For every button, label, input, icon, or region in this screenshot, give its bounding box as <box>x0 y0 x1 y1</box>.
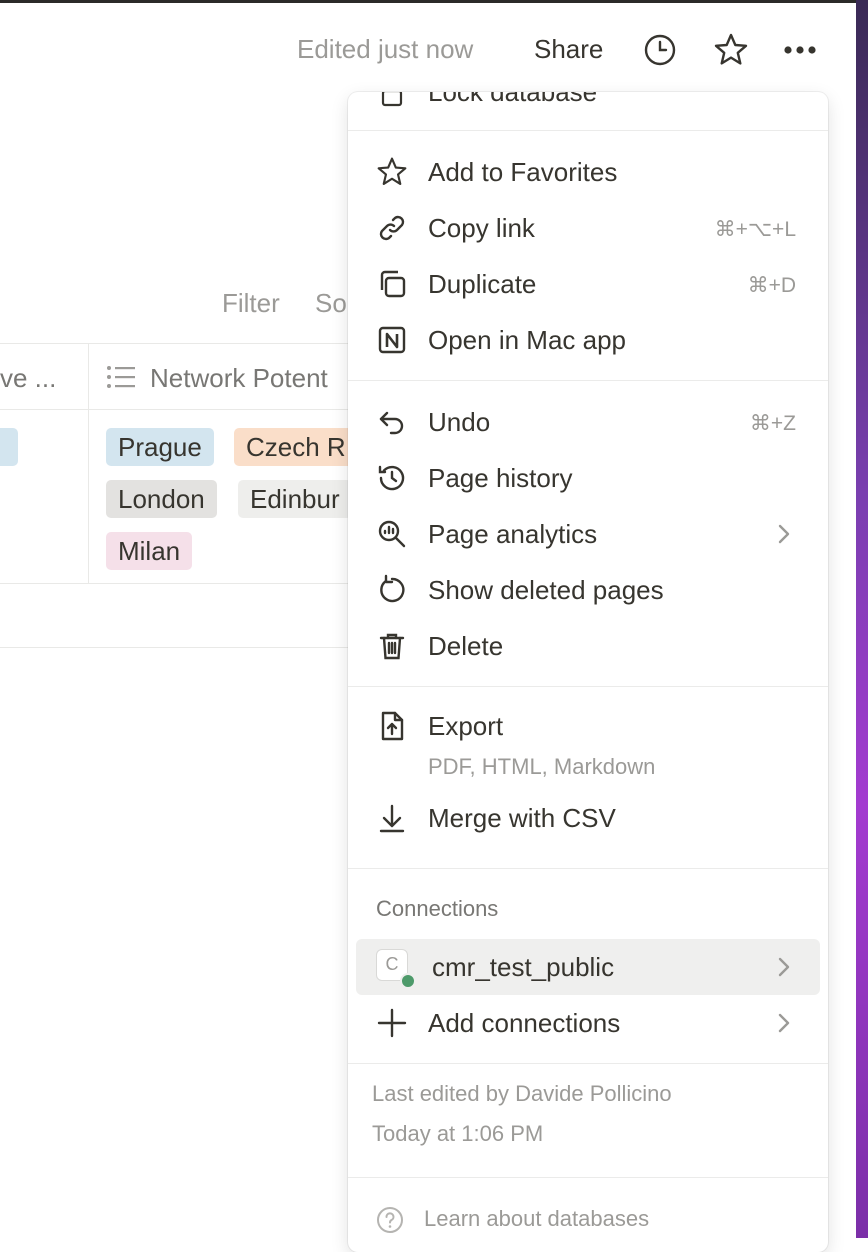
tag-czech-republic: Czech R <box>234 428 358 466</box>
more-icon[interactable] <box>782 32 818 68</box>
table-header-border <box>0 409 348 410</box>
learn-about-databases-link[interactable]: Learn about databases <box>424 1206 649 1232</box>
menu-item-merge-with-csv[interactable]: Merge with CSV <box>348 790 828 846</box>
help-icon <box>376 1206 404 1239</box>
tag-edinburgh: Edinbur <box>238 480 352 518</box>
menu-item-add-to-favorites[interactable]: Add to Favorites <box>348 144 828 200</box>
list-icon <box>106 364 136 395</box>
trash-icon <box>374 628 410 664</box>
menu-item-lock-database[interactable]: Lock database <box>348 92 828 120</box>
tag-prague: Prague <box>106 428 214 466</box>
edited-status: Edited just now <box>297 34 474 64</box>
window-top-border <box>0 0 856 3</box>
menu-item-label: Open in Mac app <box>428 325 627 355</box>
menu-item-label: Page history <box>428 463 573 493</box>
menu-item-label: Copy link <box>428 213 535 243</box>
star-icon[interactable] <box>713 32 749 68</box>
clock-icon[interactable] <box>642 32 678 68</box>
lock-icon <box>374 92 410 110</box>
share-button[interactable]: Share <box>534 34 603 65</box>
tag-london: London <box>106 480 217 518</box>
menu-item-page-analytics[interactable]: Page analytics <box>348 506 828 562</box>
menu-item-label: Page analytics <box>428 519 598 549</box>
menu-item-label: Merge with CSV <box>428 803 616 833</box>
menu-item-duplicate[interactable]: Duplicate ⌘+D <box>348 256 828 312</box>
menu-item-label: Duplicate <box>428 269 537 299</box>
menu-item-delete[interactable]: Delete <box>348 618 828 674</box>
column-header[interactable]: ve ... <box>0 363 56 394</box>
menu-item-show-deleted-pages[interactable]: Show deleted pages <box>348 562 828 618</box>
tag-milan: Milan <box>106 532 193 570</box>
menu-divider <box>348 380 828 381</box>
chevron-right-icon <box>776 522 792 551</box>
link-icon <box>374 210 410 246</box>
menu-item-label: Undo <box>428 407 491 437</box>
menu-item-label: Lock database <box>428 92 598 107</box>
download-icon <box>374 800 410 836</box>
column-header-network-potential[interactable]: Network Potent <box>150 363 328 394</box>
connections-section-title: Connections <box>376 896 499 921</box>
duplicate-icon <box>374 266 410 302</box>
notion-icon <box>374 322 410 358</box>
chevron-right-icon <box>776 955 792 984</box>
status-dot <box>400 973 416 989</box>
menu-item-label: Show deleted pages <box>428 575 664 605</box>
connection-item-cmr-test-public[interactable]: C cmr_test_public <box>348 939 828 995</box>
menu-item-label: Add connections <box>428 1008 621 1038</box>
shortcut-hint: ⌘+⌥+L <box>714 218 796 241</box>
export-icon <box>374 708 410 744</box>
column-separator <box>88 343 89 583</box>
plus-icon <box>374 1005 410 1041</box>
shortcut-hint: ⌘+D <box>747 274 796 297</box>
menu-divider <box>348 1177 828 1178</box>
page-options-menu: Lock database Add to Favorites Copy link… <box>348 92 828 1252</box>
menu-item-open-in-mac-app[interactable]: Open in Mac app <box>348 312 828 368</box>
table-bottom-border <box>0 647 348 648</box>
menu-item-label: cmr_test_public <box>432 952 615 982</box>
menu-divider <box>348 130 828 131</box>
menu-item-add-connections[interactable]: Add connections <box>348 995 828 1051</box>
menu-item-export[interactable]: Export PDF, HTML, Markdown <box>348 698 828 782</box>
menu-item-undo[interactable]: Undo ⌘+Z <box>348 394 828 450</box>
chevron-right-icon <box>776 1011 792 1040</box>
last-edited-time: Today at 1:06 PM <box>372 1121 544 1146</box>
menu-divider <box>348 868 828 869</box>
desktop-background-edge <box>856 0 868 1238</box>
menu-item-copy-link[interactable]: Copy link ⌘+⌥+L <box>348 200 828 256</box>
menu-item-label: Delete <box>428 631 504 661</box>
tag-partial <box>0 428 18 466</box>
page-topbar: Edited just now Share <box>0 22 856 78</box>
filter-button[interactable]: Filter <box>222 288 280 319</box>
history-icon <box>374 460 410 496</box>
export-formats: PDF, HTML, Markdown <box>428 754 656 779</box>
sort-button[interactable]: So <box>315 288 347 319</box>
menu-item-label: Add to Favorites <box>428 157 618 187</box>
menu-item-label: Export <box>428 711 504 741</box>
menu-divider <box>348 1063 828 1064</box>
restore-icon <box>374 572 410 608</box>
star-icon <box>374 154 410 190</box>
shortcut-hint: ⌘+Z <box>749 412 796 435</box>
table-row-border <box>0 583 348 584</box>
analytics-icon <box>374 516 410 552</box>
last-edited-by: Last edited by Davide Pollicino <box>372 1081 672 1106</box>
undo-icon <box>374 404 410 440</box>
menu-divider <box>348 686 828 687</box>
table-top-border <box>0 343 348 344</box>
menu-item-page-history[interactable]: Page history <box>348 450 828 506</box>
